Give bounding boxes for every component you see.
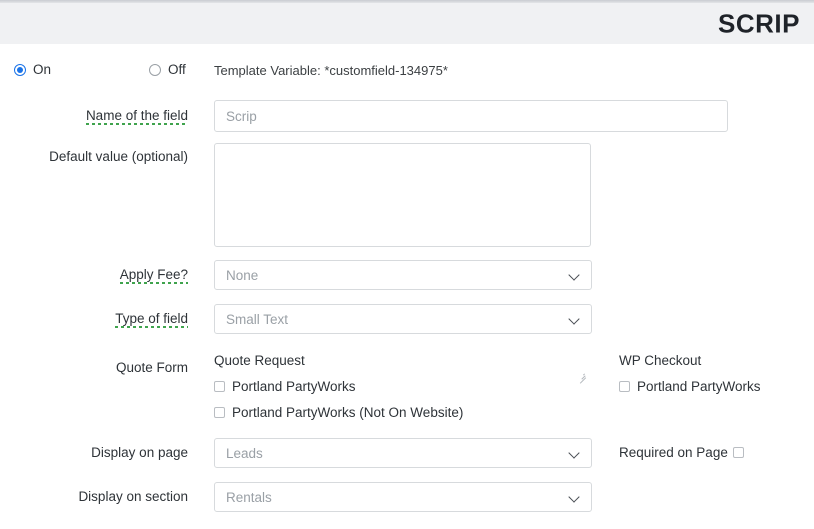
default-value-textarea[interactable] bbox=[214, 143, 591, 247]
name-of-field-row: Name of the field bbox=[0, 100, 814, 132]
apply-fee-select[interactable]: None bbox=[214, 260, 592, 290]
checkbox-quote-request-portland-partyworks[interactable]: Portland PartyWorks bbox=[214, 379, 356, 394]
display-on-page-label: Display on page bbox=[91, 445, 188, 460]
status-row: On Off Template Variable: *customfield-1… bbox=[0, 62, 814, 82]
checkbox-quote-request-portland-partyworks-not-on-website[interactable]: Portland PartyWorks (Not On Website) bbox=[214, 405, 463, 420]
quote-form-row: Quote Form Quote Request Portland PartyW… bbox=[0, 348, 814, 424]
radio-on[interactable]: On bbox=[14, 62, 51, 77]
template-variable-text: Template Variable: *customfield-134975* bbox=[214, 63, 448, 78]
required-on-page-label: Required on Page bbox=[619, 445, 728, 460]
apply-fee-value: None bbox=[226, 267, 259, 283]
chevron-down-icon bbox=[570, 314, 580, 324]
radio-on-indicator[interactable] bbox=[14, 63, 26, 76]
checkbox-icon[interactable] bbox=[214, 407, 225, 418]
default-value-label: Default value (optional) bbox=[49, 149, 188, 164]
chevron-down-icon bbox=[570, 270, 580, 280]
checkbox-label: Portland PartyWorks bbox=[637, 379, 761, 394]
checkbox-wp-checkout-portland-partyworks[interactable]: Portland PartyWorks bbox=[619, 379, 761, 394]
radio-off-label: Off bbox=[168, 62, 186, 77]
quote-request-heading: Quote Request bbox=[214, 353, 305, 368]
name-of-field-label: Name of the field bbox=[85, 108, 188, 126]
display-on-section-select[interactable]: Rentals bbox=[214, 482, 592, 512]
display-on-section-label: Display on section bbox=[78, 489, 188, 504]
page-title: SCRIP bbox=[718, 8, 800, 38]
radio-off-indicator[interactable] bbox=[149, 63, 161, 76]
checkbox-label: Portland PartyWorks bbox=[232, 379, 356, 394]
display-on-page-row: Display on page Leads Required on Page bbox=[0, 438, 814, 468]
display-on-page-select[interactable]: Leads bbox=[214, 438, 592, 468]
apply-fee-label: Apply Fee? bbox=[119, 267, 188, 285]
type-of-field-label: Type of field bbox=[115, 311, 188, 329]
quote-form-label: Quote Form bbox=[115, 360, 188, 375]
checkbox-icon[interactable] bbox=[214, 381, 225, 392]
display-on-page-value: Leads bbox=[226, 445, 263, 461]
default-value-row: Default value (optional) bbox=[0, 143, 814, 384]
radio-on-label: On bbox=[33, 62, 52, 77]
page-header: SCRIP bbox=[0, 3, 814, 44]
type-of-field-select[interactable]: Small Text bbox=[214, 304, 592, 334]
radio-off[interactable]: Off bbox=[149, 62, 186, 77]
checkbox-icon[interactable] bbox=[732, 447, 744, 458]
type-of-field-row: Type of field Small Text bbox=[0, 304, 814, 334]
checkbox-required-on-page[interactable]: Required on Page bbox=[619, 445, 744, 460]
chevron-down-icon bbox=[570, 492, 580, 502]
display-on-section-value: Rentals bbox=[226, 489, 272, 505]
apply-fee-row: Apply Fee? None bbox=[0, 260, 814, 290]
wp-checkout-heading: WP Checkout bbox=[619, 353, 702, 368]
checkbox-label: Portland PartyWorks (Not On Website) bbox=[232, 405, 464, 420]
name-of-field-input[interactable] bbox=[214, 100, 728, 132]
checkbox-icon[interactable] bbox=[619, 381, 630, 392]
chevron-down-icon bbox=[570, 448, 580, 458]
type-of-field-value: Small Text bbox=[226, 311, 289, 327]
display-on-section-row: Display on section Rentals bbox=[0, 482, 814, 512]
